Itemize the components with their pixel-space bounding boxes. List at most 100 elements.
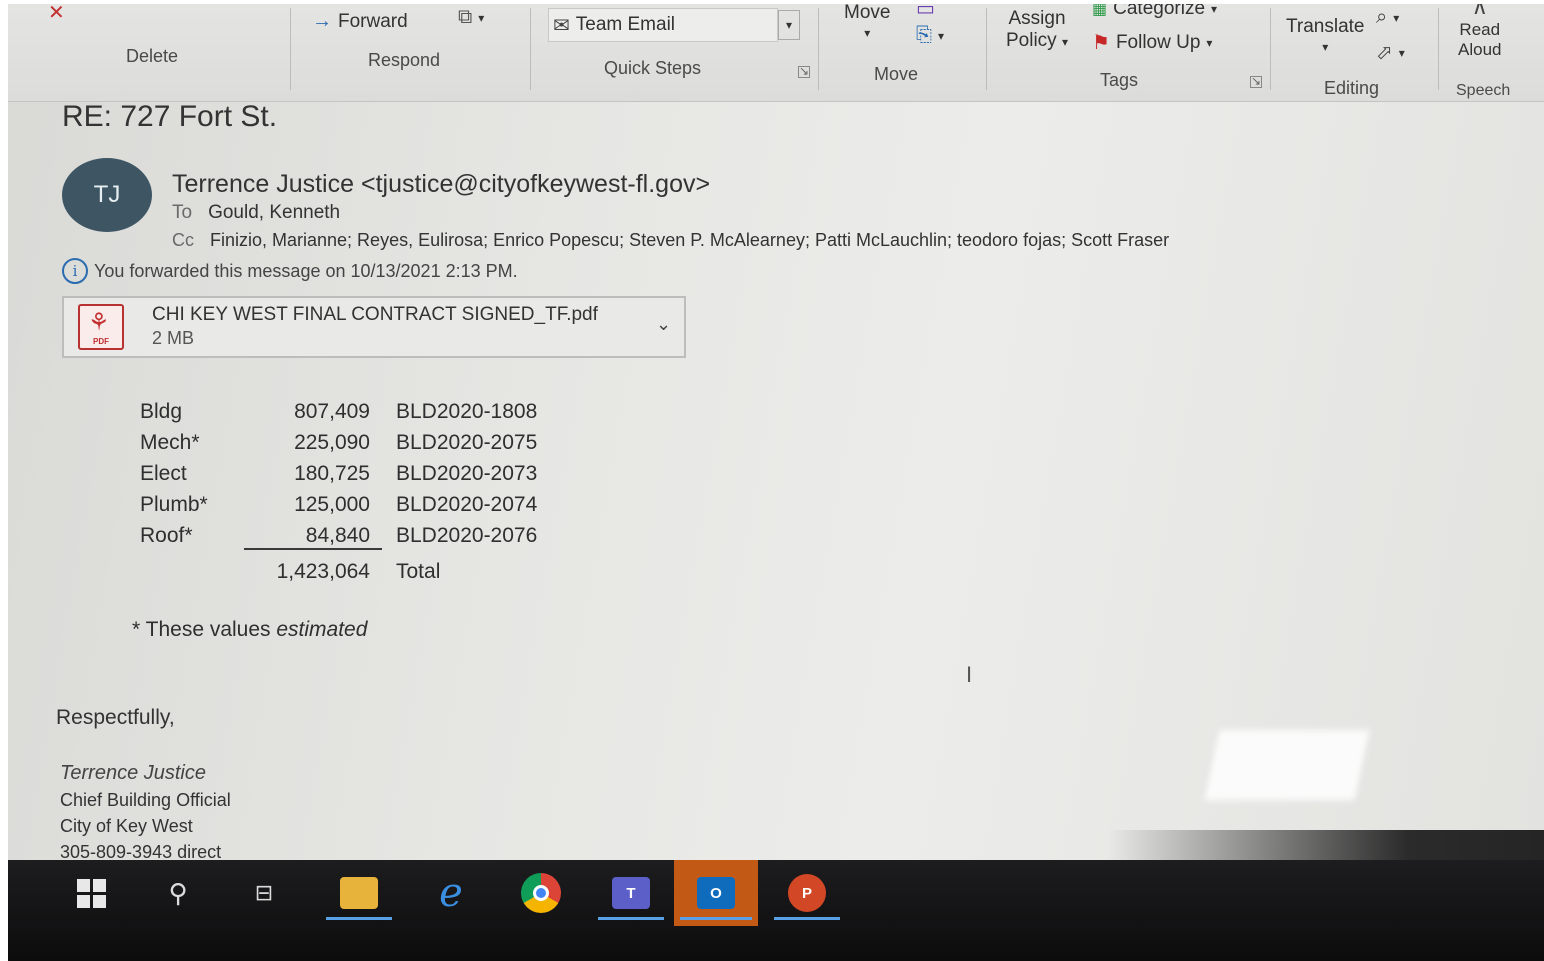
pointer-icon: ⬀ bbox=[1376, 42, 1393, 64]
tags-group-label: Tags bbox=[1100, 70, 1139, 90]
total-amount: 1,423,064 bbox=[276, 560, 370, 583]
delete-button[interactable]: ✕ bbox=[48, 4, 65, 25]
ribbon-separator bbox=[1270, 8, 1271, 90]
folder-icon bbox=[340, 877, 378, 909]
find-button[interactable]: ⌕ ▾ bbox=[1376, 6, 1399, 29]
estimate-footnote: * These values estimated bbox=[132, 618, 368, 641]
start-button[interactable] bbox=[60, 860, 122, 926]
ribbon-separator bbox=[1438, 8, 1439, 90]
amount-cell: 125,000 bbox=[294, 493, 370, 516]
table-row: Mech* 225,090 BLD2020-2075 bbox=[8, 431, 708, 461]
tags-group: Assign Policy ▾ ▦ Categorize ▾ ⚑ Follow … bbox=[988, 4, 1268, 100]
translate-button[interactable]: Translate ▾ bbox=[1286, 16, 1365, 54]
tags-launcher[interactable]: ↘ bbox=[1250, 75, 1262, 88]
quick-steps-scroll-button[interactable]: ▾ bbox=[778, 10, 800, 40]
sender-avatar[interactable]: TJ bbox=[62, 158, 152, 232]
message-subject: RE: 727 Fort St. bbox=[62, 100, 278, 133]
mail-icon: ✉ bbox=[553, 14, 570, 37]
amount-cell: 180,725 bbox=[294, 462, 370, 485]
teams-button[interactable]: T bbox=[592, 860, 670, 926]
categorize-button[interactable]: ▦ Categorize ▾ bbox=[1092, 4, 1217, 20]
ribbon-separator bbox=[530, 8, 531, 90]
task-view-button[interactable]: ⊟ bbox=[234, 860, 294, 926]
running-indicator bbox=[774, 917, 840, 920]
to-row: To Gould, Kenneth bbox=[172, 202, 340, 224]
move-group: Move ▾ ▭ ⎘ ▾ Move bbox=[820, 4, 984, 100]
powerpoint-icon: P bbox=[788, 874, 826, 912]
signature-org: City of Key West bbox=[60, 816, 193, 836]
onenote-button[interactable]: ⎘ ▾ bbox=[916, 24, 944, 47]
internet-explorer-button[interactable]: e bbox=[412, 860, 490, 926]
editing-group: Translate ▾ ⌕ ▾ ⬀ ▾ Editing bbox=[1272, 4, 1436, 100]
outlook-icon: O bbox=[697, 877, 735, 909]
forward-button[interactable]: → Forward bbox=[312, 10, 408, 33]
outlook-window: ✕ Delete → Forward ⧉ ▾ Respond ✉ Team Ema… bbox=[8, 4, 1544, 961]
signature-name: Terrence Justice bbox=[60, 762, 206, 784]
chevron-down-icon[interactable]: ⌄ bbox=[656, 314, 671, 335]
trade-cell: Elect bbox=[140, 462, 187, 485]
amount-cell: 807,409 bbox=[294, 400, 370, 423]
categorize-icon: ▦ bbox=[1092, 4, 1108, 18]
text-cursor-icon: I bbox=[966, 662, 973, 687]
forward-info-bar[interactable]: i You forwarded this message on 10/13/20… bbox=[62, 258, 518, 284]
cc-label: Cc bbox=[172, 230, 194, 250]
quick-steps-group: ✉ Team Email ▾ Quick Steps ↘ bbox=[532, 4, 814, 100]
envelope-search-icon: ⌕ bbox=[1376, 6, 1388, 28]
search-icon: ⚲ bbox=[168, 877, 188, 908]
permit-cell: BLD2020-2073 bbox=[396, 462, 538, 485]
photo-stage: ✕ Delete → Forward ⧉ ▾ Respond ✉ Team Ema… bbox=[0, 0, 1544, 961]
attachment-card[interactable]: ⚘ PDF CHI KEY WEST FINAL CONTRACT SIGNED… bbox=[62, 296, 686, 358]
more-respond-button[interactable]: ⧉ ▾ bbox=[458, 6, 484, 29]
respond-group-label: Respond bbox=[368, 50, 441, 70]
powerpoint-button[interactable]: P bbox=[768, 860, 846, 926]
ribbon-separator bbox=[290, 8, 291, 90]
table-row: Plumb* 125,000 BLD2020-2074 bbox=[8, 493, 708, 523]
quick-steps-group-label: Quick Steps bbox=[604, 58, 702, 78]
permit-cell: BLD2020-2074 bbox=[396, 493, 538, 516]
total-rule bbox=[244, 548, 382, 550]
to-recipients[interactable]: Gould, Kenneth bbox=[208, 202, 340, 223]
team-email-button[interactable]: ✉ Team Email bbox=[548, 8, 778, 42]
rules-icon: ▭ bbox=[916, 4, 935, 20]
chrome-icon bbox=[521, 873, 561, 913]
cc-recipients[interactable]: Finizio, Marianne; Reyes, Eulirosa; Enri… bbox=[210, 230, 1169, 250]
search-button[interactable]: ⚲ bbox=[148, 860, 208, 926]
task-view-icon: ⊟ bbox=[254, 880, 274, 905]
rules-button[interactable]: ▭ bbox=[916, 4, 935, 21]
chrome-button[interactable] bbox=[502, 860, 580, 926]
outlook-button[interactable]: O bbox=[674, 860, 758, 926]
follow-up-button[interactable]: ⚑ Follow Up ▾ bbox=[1092, 30, 1212, 55]
total-row: 1,423,064 Total bbox=[8, 560, 708, 590]
file-explorer-button[interactable] bbox=[320, 860, 398, 926]
speech-group-label: Speech bbox=[1456, 82, 1511, 99]
closing-line: Respectfully, bbox=[56, 706, 175, 729]
trade-cell: Roof* bbox=[140, 524, 193, 547]
amount-cell: 84,840 bbox=[305, 524, 370, 547]
teams-icon: T bbox=[612, 877, 650, 909]
attachment-name: CHI KEY WEST FINAL CONTRACT SIGNED_TF.pd… bbox=[152, 304, 598, 325]
quick-steps-launcher[interactable]: ↘ bbox=[798, 65, 810, 78]
amount-cell: 225,090 bbox=[294, 431, 370, 454]
respond-group: → Forward ⧉ ▾ Respond bbox=[292, 4, 528, 100]
speech-group: ∧ Read Aloud Speech bbox=[1440, 4, 1544, 100]
sender-name[interactable]: Terrence Justice <tjustice@cityofkeywest… bbox=[172, 170, 710, 199]
screen-glare bbox=[1204, 730, 1370, 800]
permit-cell: BLD2020-1808 bbox=[396, 400, 538, 423]
to-label: To bbox=[172, 202, 193, 223]
delete-group: ✕ Delete bbox=[8, 4, 288, 100]
forward-arrow-icon: → bbox=[312, 10, 332, 32]
move-button[interactable]: Move ▾ bbox=[844, 4, 890, 40]
assign-policy-button[interactable]: Assign Policy ▾ bbox=[1006, 8, 1068, 52]
info-icon: i bbox=[62, 258, 88, 284]
internet-explorer-icon: e bbox=[439, 870, 463, 916]
select-button[interactable]: ⬀ ▾ bbox=[1376, 40, 1405, 65]
attachment-size: 2 MB bbox=[152, 328, 195, 348]
running-indicator bbox=[598, 917, 664, 920]
flag-icon: ⚑ bbox=[1092, 32, 1110, 54]
permit-cell: BLD2020-2076 bbox=[396, 524, 538, 547]
read-aloud-button[interactable]: ∧ Read Aloud bbox=[1458, 4, 1501, 60]
ribbon-separator bbox=[818, 8, 819, 90]
pdf-file-icon: ⚘ PDF bbox=[78, 304, 124, 350]
table-row: Bldg 807,409 BLD2020-1808 bbox=[8, 400, 708, 430]
read-aloud-icon: ∧ bbox=[1471, 4, 1488, 19]
